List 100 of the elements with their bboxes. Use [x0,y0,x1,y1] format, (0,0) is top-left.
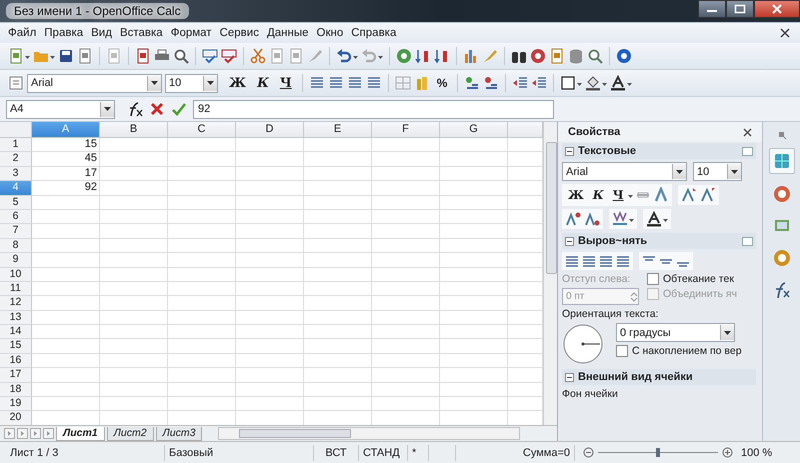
sheet-cell[interactable] [304,368,372,383]
sheet-cell[interactable] [32,310,100,326]
sheet-navigation-icon[interactable] [4,428,15,439]
sheet-cell[interactable] [100,181,168,196]
sheet-cell[interactable] [236,382,304,398]
collapse-icon[interactable] [565,146,574,156]
cancel-icon[interactable] [149,101,165,117]
sheet-cell[interactable] [236,253,304,268]
sheet-cell[interactable] [100,296,168,311]
column-header[interactable]: E [304,122,372,138]
dropdown-arrow-icon[interactable] [676,170,683,174]
autospellcheck-icon[interactable] [221,48,237,64]
more-options-icon[interactable] [742,146,753,156]
sheet-cell[interactable] [100,310,168,326]
sheet-cell[interactable] [440,325,508,340]
bold-button[interactable]: Ж [225,73,250,93]
row-header[interactable]: 17 [0,368,32,383]
sheet-cell[interactable] [304,296,372,311]
increase-font-icon[interactable] [680,187,697,203]
sheet-cell[interactable] [100,224,168,239]
align-right-icon[interactable] [599,254,613,268]
print-preview-icon[interactable] [173,48,189,64]
align-right-icon[interactable] [346,75,363,91]
rotation-dropdown[interactable]: 0 градусы [616,323,735,342]
sheet-cell[interactable] [372,166,440,182]
italic-button[interactable]: К [590,186,607,204]
sheet-cell[interactable] [304,282,372,296]
justify-icon[interactable] [366,75,382,91]
sheet-cell[interactable] [32,196,100,210]
sheet-cell[interactable] [168,268,236,282]
rotation-dial[interactable] [562,323,604,365]
zoom-in-icon[interactable] [722,447,733,458]
sheet-cell[interactable] [372,282,440,296]
sheet-cell[interactable] [32,210,100,224]
row-header[interactable]: 19 [0,397,32,412]
sheet-cell[interactable] [372,296,440,311]
sheet-cell[interactable] [304,310,372,326]
sheet-cell[interactable] [372,210,440,224]
sheet-cell[interactable] [236,282,304,296]
dropdown-arrow-icon[interactable] [731,170,738,174]
font-name-field[interactable]: Arial [27,74,162,92]
sheet-cell[interactable] [168,196,236,210]
sidebar-menu-icon[interactable] [776,130,786,140]
sheet-cell[interactable] [440,339,508,354]
paste-icon[interactable] [288,48,304,64]
sheet-cell[interactable] [32,339,100,354]
sheet-cell[interactable] [168,166,236,182]
sheet-cell[interactable] [168,238,236,254]
sheet-cell[interactable] [168,181,236,196]
collapse-icon[interactable] [565,236,574,246]
sheet-cell[interactable] [304,397,372,412]
sort-ascending-icon[interactable] [415,48,431,64]
sheet-cell[interactable] [236,268,304,282]
decrease-font-icon[interactable] [700,187,716,203]
row-header[interactable]: 18 [0,382,32,398]
menu-item[interactable]: Справка [347,27,400,39]
name-box[interactable]: A4 [6,100,115,118]
sheet-cell[interactable] [304,196,372,210]
sheet-cell[interactable] [304,339,372,354]
sheet-cell[interactable] [168,282,236,296]
sheet-cell[interactable] [372,196,440,210]
copy-icon[interactable] [269,48,285,64]
edit-file-icon[interactable] [106,48,122,64]
sheet-cell[interactable] [32,296,100,311]
sheet-cell[interactable] [440,181,508,196]
horizontal-scrollbar[interactable] [218,427,520,440]
column-header[interactable]: C [168,122,236,138]
sheet-cell[interactable] [304,224,372,239]
sheet-cell[interactable] [304,325,372,340]
row-header[interactable]: 6 [0,210,32,224]
character-spacing-icon[interactable] [612,211,628,227]
sheet-cell[interactable] [100,397,168,412]
sheet-tab[interactable]: Лист2 [106,426,154,440]
sheet-cell[interactable] [32,354,100,368]
row-header[interactable]: 2 [0,152,32,167]
sheet-cell[interactable] [168,296,236,311]
sheet-cell[interactable]: 17 [32,166,100,182]
row-header[interactable]: 16 [0,354,32,368]
sheet-cell[interactable] [440,253,508,268]
checkbox-option[interactable]: С накоплением по вер [616,345,742,357]
sheet-cell[interactable] [100,282,168,296]
sheet-cell[interactable] [236,152,304,167]
sheet-cell[interactable] [304,166,372,182]
sheet-tab[interactable]: Лист1 [56,426,105,440]
sheet-cell[interactable] [372,339,440,354]
sheet-cell[interactable] [100,268,168,282]
sheet-cell[interactable] [168,138,236,152]
sheet-cell[interactable] [32,382,100,398]
undo-icon[interactable] [336,48,352,64]
collapse-icon[interactable] [565,372,574,382]
sheet-cell[interactable] [372,224,440,239]
zoom-icon[interactable] [587,48,603,64]
dropdown-arrow-icon[interactable] [724,330,731,334]
sheet-cell[interactable] [236,310,304,326]
menu-item[interactable]: Вставка [116,27,167,39]
select-all-corner[interactable] [0,122,32,138]
maximize-button[interactable] [726,0,754,18]
merge-cells-icon[interactable] [394,75,411,91]
zoom-out-icon[interactable] [583,447,594,458]
sheet-cell[interactable] [168,339,236,354]
